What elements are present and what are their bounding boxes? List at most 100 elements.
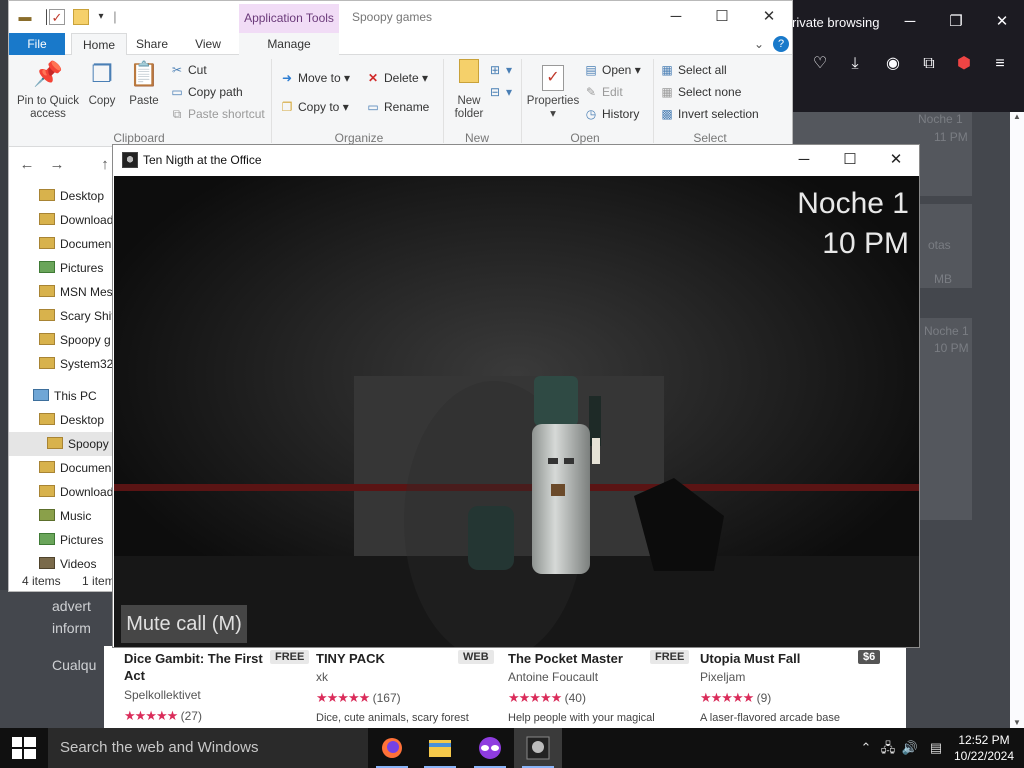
- tree-item-downloads[interactable]: Download: [9, 208, 113, 232]
- browser-close-button[interactable]: ✕: [990, 10, 1014, 34]
- copy-to-button[interactable]: ❐ Copy to ▾: [279, 98, 349, 116]
- tree-item-pc-desktop[interactable]: Desktop: [9, 408, 113, 432]
- tree-item-msn[interactable]: MSN Mes: [9, 280, 113, 304]
- tray-chevron-up-icon[interactable]: ⌃: [856, 738, 876, 758]
- start-button[interactable]: [0, 728, 48, 768]
- pin-to-quick-access-button[interactable]: 📌 Pin to Quick access: [15, 59, 81, 121]
- new-item-button[interactable]: ⊞ ▾: [487, 61, 512, 79]
- easy-access-button[interactable]: ⊟ ▾: [487, 83, 512, 101]
- tab-share[interactable]: Share: [127, 33, 177, 55]
- taskbar-firefox[interactable]: [368, 728, 416, 768]
- volume-icon[interactable]: 🔊: [900, 738, 920, 758]
- tab-manage[interactable]: Manage: [239, 33, 339, 55]
- tree-item-scary[interactable]: Scary Shit: [9, 304, 113, 328]
- invert-selection-button[interactable]: ▩ Invert selection: [659, 105, 758, 123]
- game-card[interactable]: Dice Gambit: The First Act FREE Spelkoll…: [108, 646, 310, 730]
- tree-item-documents[interactable]: Documen: [9, 232, 113, 256]
- expand-ribbon-chevron-icon[interactable]: ⌄: [751, 36, 767, 52]
- scroll-down-arrow-icon[interactable]: ▼: [1012, 718, 1022, 728]
- tree-item-videos[interactable]: Videos: [9, 552, 113, 571]
- copy-to-label: Copy to: [298, 100, 340, 114]
- application-tools-tab[interactable]: Application Tools: [239, 4, 339, 33]
- tree-item-desktop[interactable]: Desktop: [9, 184, 113, 208]
- game-card[interactable]: The Pocket Master FREE Antoine Foucault …: [492, 646, 690, 730]
- new-folder-icon[interactable]: [73, 9, 89, 25]
- tab-view[interactable]: View: [183, 33, 233, 55]
- tree-item-pc-downloads[interactable]: Download: [9, 480, 113, 504]
- help-icon[interactable]: ?: [773, 36, 789, 52]
- move-to-button[interactable]: ➜ Move to ▾: [279, 69, 350, 87]
- game-author[interactable]: xk: [316, 670, 328, 684]
- game-close-button[interactable]: ✕: [873, 148, 919, 172]
- delete-button[interactable]: ✕ Delete ▾: [365, 69, 428, 87]
- properties-check-icon[interactable]: ✓: [49, 9, 65, 25]
- paste-button[interactable]: 📋 Paste: [125, 59, 163, 108]
- tree-item-pc-pictures[interactable]: Pictures: [9, 528, 113, 552]
- history-button[interactable]: ◷ History: [583, 105, 640, 123]
- game-card[interactable]: Utopia Must Fall $6 Pixeljam ★★★★★ (9) A…: [684, 646, 881, 730]
- taskbar-clock[interactable]: 12:52 PM 10/22/2024: [948, 732, 1020, 764]
- ublock-icon[interactable]: ⬢: [952, 52, 976, 76]
- game-maximize-button[interactable]: ☐: [827, 148, 873, 172]
- folder-icon: [39, 189, 55, 201]
- rename-button[interactable]: ▭ Rename: [365, 98, 429, 116]
- forward-arrow-icon[interactable]: →: [47, 155, 67, 175]
- tree-item-spoopy[interactable]: Spoopy g: [9, 328, 113, 352]
- game-author[interactable]: Pixeljam: [700, 670, 745, 684]
- scroll-up-arrow-icon[interactable]: ▲: [1012, 112, 1022, 122]
- account-icon[interactable]: ◉: [881, 52, 905, 76]
- taskbar-search-box[interactable]: Search the web and Windows: [48, 728, 368, 768]
- tree-item-pictures[interactable]: Pictures: [9, 256, 113, 280]
- game-title[interactable]: Dice Gambit: The First Act: [124, 650, 264, 684]
- game-author[interactable]: Spelkollektivet: [124, 688, 201, 702]
- tree-item-system32[interactable]: System32: [9, 352, 113, 376]
- copy-button[interactable]: ❐ Copy: [85, 59, 119, 108]
- properties-button[interactable]: ✓ Properties ▾: [525, 59, 581, 121]
- game-minimize-button[interactable]: ─: [781, 148, 827, 172]
- select-none-button[interactable]: ▦ Select none: [659, 83, 741, 101]
- browser-maximize-button[interactable]: ❐: [944, 10, 968, 34]
- tree-item-music[interactable]: Music: [9, 504, 113, 528]
- explorer-minimize-button[interactable]: ─: [653, 5, 699, 29]
- mute-call-button[interactable]: Mute call (M): [121, 605, 247, 643]
- open-button[interactable]: ▤ Open ▾: [583, 61, 640, 79]
- select-all-button[interactable]: ▦ Select all: [659, 61, 726, 79]
- explorer-close-button[interactable]: ✕: [746, 5, 792, 29]
- page-scrollbar[interactable]: ▲ ▼: [1010, 112, 1024, 730]
- game-title[interactable]: The Pocket Master: [508, 650, 648, 667]
- tree-item-pc-spoopy[interactable]: Spoopy: [9, 432, 113, 456]
- taskbar-private-browsing[interactable]: [466, 728, 514, 768]
- new-folder-button[interactable]: New folder: [447, 59, 491, 121]
- browser-minimize-button[interactable]: ─: [898, 10, 922, 34]
- cut-button[interactable]: ✂ Cut: [169, 61, 207, 79]
- back-arrow-icon[interactable]: ←: [17, 155, 37, 175]
- game-title[interactable]: TINY PACK: [316, 650, 456, 667]
- pocket-icon[interactable]: ♡: [808, 52, 832, 76]
- taskbar-game[interactable]: [514, 728, 562, 768]
- paste-shortcut-icon: ⧉: [172, 107, 182, 121]
- edit-button[interactable]: ✎ Edit: [583, 83, 623, 101]
- game-title[interactable]: Utopia Must Fall: [700, 650, 840, 667]
- tree-item-this-pc[interactable]: This PC: [9, 384, 113, 408]
- extensions-icon[interactable]: ⧉: [917, 52, 941, 76]
- notifications-icon[interactable]: ▤: [926, 738, 946, 758]
- tree-item-pc-documents[interactable]: Documen: [9, 456, 113, 480]
- taskbar-file-explorer[interactable]: [416, 728, 464, 768]
- paste-shortcut-button[interactable]: ⧉ Paste shortcut: [169, 105, 265, 123]
- rating-stars-icon: ★★★★★: [124, 708, 178, 723]
- rating-stars-icon: ★★★★★: [316, 690, 370, 705]
- copy-path-button[interactable]: ▭ Copy path: [169, 83, 242, 101]
- explorer-maximize-button[interactable]: ☐: [699, 5, 745, 29]
- tab-file[interactable]: File: [9, 33, 65, 55]
- game-card[interactable]: TINY PACK WEB xk ★★★★★ (167) Dice, cute …: [300, 646, 494, 730]
- tab-home[interactable]: Home: [71, 33, 127, 55]
- game-titlebar[interactable]: Ten Nigth at the Office ─ ☐ ✕: [113, 145, 919, 175]
- network-icon[interactable]: 🖧: [878, 738, 898, 758]
- menu-icon[interactable]: ≡: [988, 52, 1012, 76]
- game-viewport[interactable]: Noche 1 10 PM Mute call (M): [114, 176, 919, 647]
- explorer-titlebar[interactable]: ▬ │ ✓ ▾ | Application Tools Spoopy games…: [9, 1, 792, 33]
- rating-count: (40): [564, 691, 586, 705]
- paste-shortcut-label: Paste shortcut: [188, 107, 265, 121]
- game-author[interactable]: Antoine Foucault: [508, 670, 598, 684]
- download-icon[interactable]: ⤓: [843, 52, 867, 76]
